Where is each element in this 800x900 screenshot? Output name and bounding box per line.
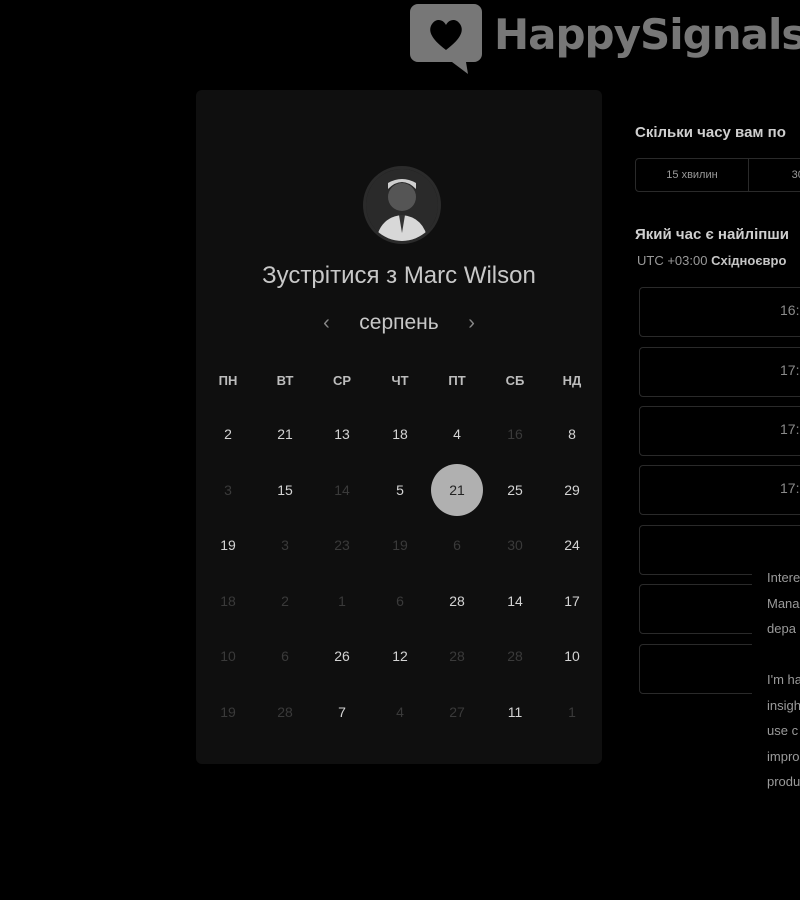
calendar-day[interactable]: 5 bbox=[374, 464, 426, 516]
heart-chat-icon bbox=[410, 4, 482, 74]
time-slot-label: 17: bbox=[780, 480, 800, 496]
time-slot[interactable]: 16: bbox=[639, 287, 800, 337]
weekday-label: СР bbox=[332, 373, 352, 388]
duration-option-30[interactable]: 30 хв bbox=[749, 159, 800, 191]
calendar-day[interactable]: 11 bbox=[489, 686, 541, 738]
calendar-day: 10 bbox=[220, 648, 236, 664]
note-line: I'm ha bbox=[767, 672, 800, 687]
note-line: impro bbox=[767, 748, 800, 764]
next-month-chevron-icon[interactable]: › bbox=[457, 312, 487, 335]
timezone-name: Східноєвро bbox=[711, 253, 787, 268]
calendar-day[interactable]: 7 bbox=[316, 686, 368, 738]
brand-logo: HappySignals bbox=[410, 0, 800, 75]
calendar-day[interactable]: 25 bbox=[489, 464, 541, 516]
note-line: insigh bbox=[767, 697, 800, 713]
calendar-day: 3 bbox=[224, 482, 232, 498]
prev-month-chevron-icon[interactable]: ‹ bbox=[311, 312, 341, 335]
weekday-label: ВТ bbox=[276, 373, 294, 388]
weekday-label: СБ bbox=[505, 373, 525, 388]
calendar-day[interactable]: 29 bbox=[546, 464, 598, 516]
timezone-label[interactable]: UTC +03:00 Східноєвро bbox=[637, 253, 786, 268]
note-line: use c bbox=[767, 723, 799, 738]
weekday-label: НД bbox=[562, 373, 582, 388]
duration-option-15[interactable]: 15 хвилин bbox=[636, 159, 749, 191]
calendar-day: 6 bbox=[396, 593, 404, 609]
time-slot-label: 17: bbox=[780, 362, 800, 378]
calendar-day[interactable]: 13 bbox=[316, 408, 368, 460]
weekday-label: ЧТ bbox=[391, 373, 409, 388]
calendar-day[interactable]: 2 bbox=[202, 408, 254, 460]
calendar-day[interactable]: 14 bbox=[489, 575, 541, 627]
calendar-day: 28 bbox=[449, 648, 465, 664]
note-line: Intere bbox=[767, 570, 800, 585]
duration-options: 15 хвилин 30 хв bbox=[635, 158, 800, 192]
calendar-day[interactable]: 12 bbox=[374, 630, 426, 682]
note-line: Mana bbox=[767, 595, 800, 611]
note-line: depa bbox=[767, 621, 796, 636]
calendar-day[interactable]: 10 bbox=[546, 630, 598, 682]
calendar-day: 28 bbox=[507, 648, 523, 664]
time-slot[interactable]: 17: bbox=[639, 465, 800, 515]
calendar-day: 19 bbox=[392, 537, 408, 553]
note-line bbox=[767, 642, 800, 668]
calendar-day: 18 bbox=[220, 593, 236, 609]
calendar-day: 1 bbox=[568, 704, 576, 720]
calendar-day[interactable]: 8 bbox=[546, 408, 598, 460]
calendar-day[interactable]: 19 bbox=[202, 519, 254, 571]
calendar-day[interactable]: 15 bbox=[259, 464, 311, 516]
calendar-day[interactable]: 17 bbox=[546, 575, 598, 627]
note-line: produ bbox=[767, 774, 800, 789]
month-navigation: ‹ серпень › bbox=[196, 311, 602, 335]
calendar-day: 23 bbox=[334, 537, 350, 553]
time-slot-label: 17: bbox=[780, 421, 800, 437]
calendar-day: 16 bbox=[507, 426, 523, 442]
calendar-day: 6 bbox=[281, 648, 289, 664]
calendar-day: 2 bbox=[281, 593, 289, 609]
calendar-panel: Зустрітися з Marc Wilson ‹ серпень › ПН … bbox=[196, 90, 602, 764]
calendar-day: 6 bbox=[453, 537, 461, 553]
meeting-title-prefix: Зустрітися з bbox=[262, 262, 398, 289]
calendar-day[interactable]: 28 bbox=[431, 575, 483, 627]
time-slot[interactable]: 17: bbox=[639, 406, 800, 456]
host-avatar bbox=[363, 166, 441, 244]
calendar-day[interactable]: 21 bbox=[259, 408, 311, 460]
calendar-day[interactable]: 4 bbox=[431, 408, 483, 460]
calendar-day: 14 bbox=[334, 482, 350, 498]
calendar-day-selected[interactable]: 21 bbox=[431, 464, 483, 516]
calendar-day[interactable]: 24 bbox=[546, 519, 598, 571]
host-name: Marc Wilson bbox=[403, 262, 536, 289]
time-question: Який час є найліпши bbox=[635, 226, 790, 243]
calendar-day: 28 bbox=[277, 704, 293, 720]
time-slot-label: 16: bbox=[780, 302, 800, 318]
meeting-title: Зустрітися з Marc Wilson bbox=[196, 262, 602, 290]
calendar-day[interactable]: 26 bbox=[316, 630, 368, 682]
timezone-offset: UTC +03:00 bbox=[637, 253, 708, 268]
duration-question: Скільки часу вам по bbox=[635, 124, 786, 141]
calendar-day: 3 bbox=[281, 537, 289, 553]
calendar-day: 30 bbox=[507, 537, 523, 553]
brand-name: HappySignals bbox=[494, 10, 800, 59]
time-slot[interactable]: 17: bbox=[639, 347, 800, 397]
calendar-day[interactable]: 18 bbox=[374, 408, 426, 460]
month-label: серпень bbox=[359, 311, 439, 334]
host-note: Intere Mana depa I'm ha insigh use c imp… bbox=[752, 565, 800, 795]
weekday-label: ПТ bbox=[448, 373, 466, 388]
person-photo-icon bbox=[366, 169, 438, 241]
calendar-day: 19 bbox=[220, 704, 236, 720]
calendar-day: 1 bbox=[338, 593, 346, 609]
weekday-label: ПН bbox=[218, 373, 238, 388]
calendar-day: 4 bbox=[396, 704, 404, 720]
calendar-day: 27 bbox=[449, 704, 465, 720]
